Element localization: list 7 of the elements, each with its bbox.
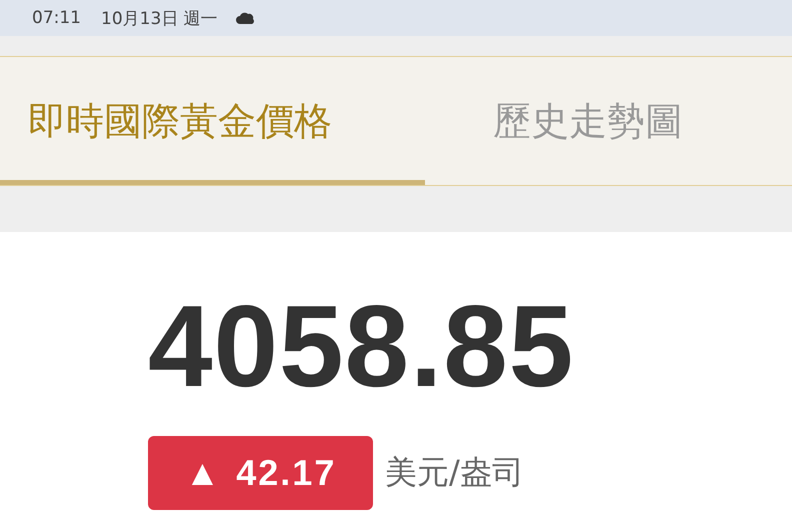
price-change-badge: ▲ 42.17 [148, 436, 373, 510]
cloud-icon [236, 11, 256, 25]
price-unit: 美元/盎司 [385, 452, 524, 493]
tab[interactable]: 歷史走勢圖 [425, 57, 711, 185]
status-date: 10月13日 週一 [101, 8, 218, 30]
status-time: 07:11 [32, 8, 81, 28]
price-value: 4058.85 [148, 288, 574, 404]
